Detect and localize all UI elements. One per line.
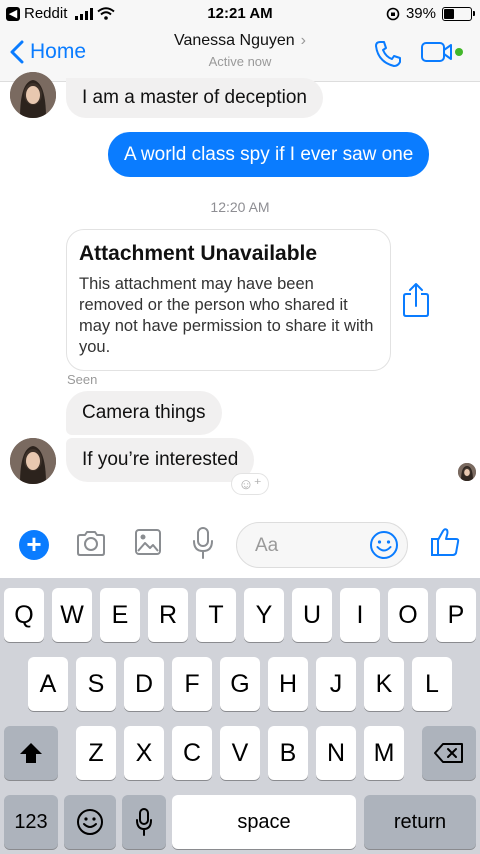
key-p[interactable]: P [436,588,476,642]
image-icon[interactable] [134,528,162,556]
key-u[interactable]: U [292,588,332,642]
thumbs-up-icon[interactable] [430,526,462,558]
key-c[interactable]: C [172,726,212,780]
key-n[interactable]: N [316,726,356,780]
key-f[interactable]: F [172,657,212,711]
key-g[interactable]: G [220,657,260,711]
message-bubble[interactable]: Camera things [66,391,222,435]
rotation-lock-icon [386,7,400,20]
timestamp: 12:20 AM [210,199,270,215]
plus-icon[interactable]: + [19,530,49,560]
emoji-keyboard-key[interactable] [64,795,116,849]
key-m[interactable]: M [364,726,404,780]
key-o[interactable]: O [388,588,428,642]
key-x[interactable]: X [124,726,164,780]
emoji-plus-icon: ☺⁺ [238,476,262,493]
message-text: A world class spy if I ever saw one [124,143,414,165]
camera-icon[interactable] [75,528,107,558]
key-l[interactable]: L [412,657,452,711]
battery-percent: 39% [405,5,436,22]
numbers-key[interactable]: 123 [4,795,58,849]
message-input-field[interactable] [236,522,408,568]
key-h[interactable]: H [268,657,308,711]
key-s[interactable]: S [76,657,116,711]
contact-name: Vanessa Nguyen [174,32,295,49]
key-d[interactable]: D [124,657,164,711]
key-q[interactable]: Q [4,588,44,642]
emoji-keyboard-icon [77,809,103,835]
key-w[interactable]: W [52,588,92,642]
avatar[interactable] [10,72,56,118]
attachment-title: Attachment Unavailable [79,242,318,265]
message-bubble[interactable]: I am a master of deception [66,78,323,118]
key-j[interactable]: J [316,657,356,711]
message-bubble[interactable]: If you’re interested [66,438,255,482]
battery-icon [442,6,475,21]
contact-title[interactable]: Vanessa Nguyen › Active now [0,32,480,69]
contact-status: Active now [208,54,272,69]
status-right: 39% [386,5,475,22]
video-camera-icon [421,42,452,62]
add-reaction-button[interactable]: ☺⁺ [231,473,269,495]
video-call-button[interactable] [420,40,463,64]
key-i[interactable]: I [340,588,380,642]
emoji-icon[interactable] [369,530,399,560]
read-receipt-avatar [458,463,476,481]
message-bubble[interactable]: A world class spy if I ever saw one [108,132,430,177]
microphone-icon [136,808,152,836]
chevron-right-icon: › [300,32,306,49]
seen-label: Seen [67,372,98,387]
message-text: Camera things [82,402,206,423]
attachment-unavailable-card[interactable]: Attachment Unavailable This attachment m… [66,229,391,371]
key-t[interactable]: T [196,588,236,642]
return-key[interactable]: return [364,795,476,849]
phone-icon[interactable] [372,38,404,70]
message-text: I am a master of deception [82,87,307,108]
message-input[interactable] [255,535,365,557]
key-y[interactable]: Y [244,588,284,642]
key-b[interactable]: B [268,726,308,780]
delete-key[interactable] [422,726,476,780]
key-r[interactable]: R [148,588,188,642]
key-e[interactable]: E [100,588,140,642]
key-z[interactable]: Z [76,726,116,780]
avatar[interactable] [10,438,56,484]
space-key[interactable]: space [172,795,356,849]
dictation-key[interactable] [122,795,166,849]
keyboard: Q W E R T Y U I O P A S D F G H J K L Z … [0,578,480,854]
key-a[interactable]: A [28,657,68,711]
attachment-body: This attachment may have been removed or… [79,275,374,356]
key-k[interactable]: K [364,657,404,711]
shift-key[interactable] [4,726,58,780]
battery-level [444,8,455,19]
message-text: If you’re interested [82,449,239,470]
conversation-header: Home Vanessa Nguyen › Active now [0,28,480,82]
shift-arrow-icon [20,743,42,763]
message-composer: + [0,510,480,578]
microphone-icon[interactable] [191,526,215,560]
backspace-icon [434,743,463,763]
share-icon[interactable] [402,282,430,318]
key-v[interactable]: V [220,726,260,780]
online-dot [455,48,463,56]
status-bar: ◀ Reddit 12:21 AM 39% [0,0,480,28]
